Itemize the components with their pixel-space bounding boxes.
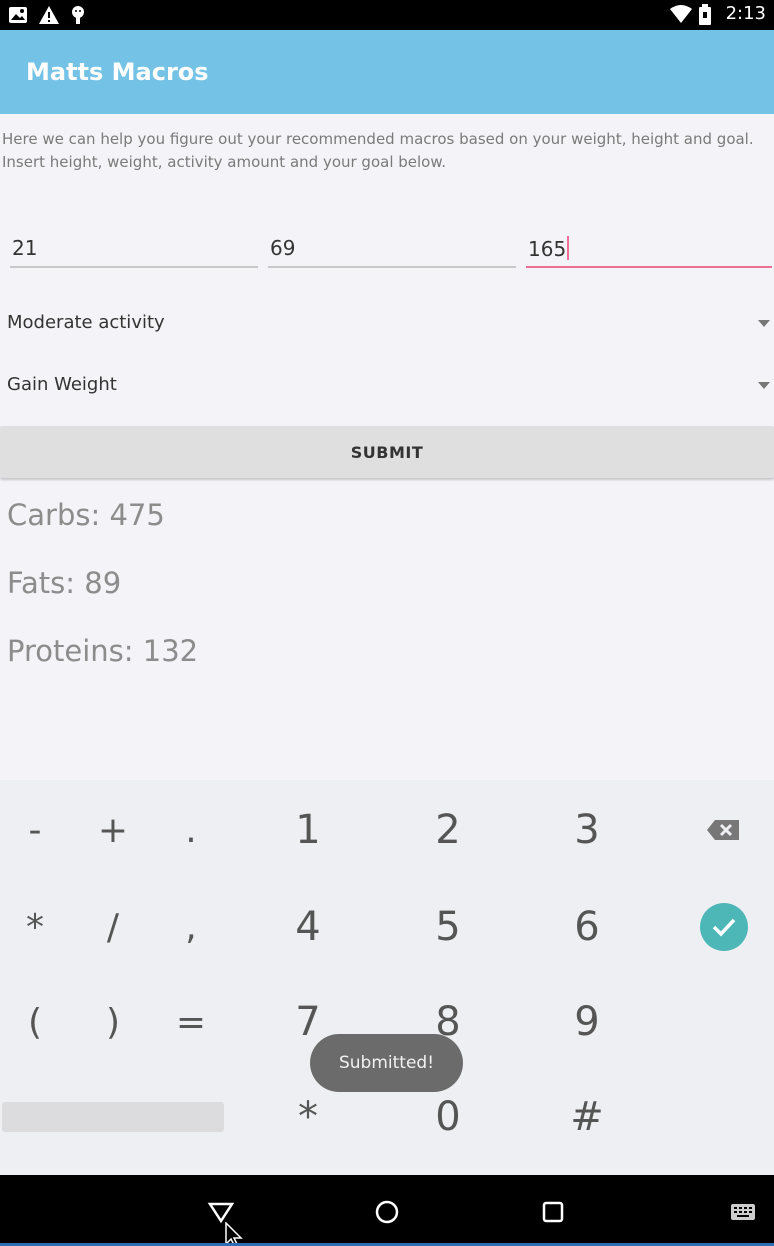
navigation-bar bbox=[0, 1175, 774, 1246]
height-value: 69 bbox=[270, 236, 296, 260]
carbs-result: Carbs: 475 bbox=[7, 498, 165, 532]
goal-spinner[interactable]: Gain Weight bbox=[0, 364, 774, 408]
toast-message: Submitted! bbox=[338, 1053, 435, 1073]
backspace-icon[interactable] bbox=[698, 810, 748, 850]
intro-text: Here we can help you figure out your rec… bbox=[2, 130, 754, 171]
status-bar: 2:13 bbox=[0, 0, 774, 30]
app-title: Matts Macros bbox=[26, 58, 209, 86]
keyboard-switch-icon[interactable] bbox=[728, 1197, 758, 1227]
recents-icon[interactable] bbox=[538, 1197, 568, 1227]
activity-selected: Moderate activity bbox=[7, 312, 165, 333]
key-2[interactable]: 2 bbox=[418, 805, 478, 855]
weight-value: 165 bbox=[528, 237, 567, 261]
key-equals[interactable]: = bbox=[166, 995, 216, 1049]
android-debug-icon bbox=[68, 5, 88, 25]
photo-notification-icon bbox=[8, 5, 28, 25]
home-icon[interactable] bbox=[372, 1197, 402, 1227]
key-5[interactable]: 5 bbox=[418, 900, 478, 954]
checkmark-icon bbox=[700, 903, 748, 951]
key-close-paren[interactable]: ) bbox=[88, 995, 138, 1049]
screen: 2:13 Matts Macros Here we can help you f… bbox=[0, 0, 774, 1246]
proteins-result: Proteins: 132 bbox=[7, 634, 199, 668]
key-hash[interactable]: # bbox=[557, 1090, 617, 1144]
key-1[interactable]: 1 bbox=[278, 805, 338, 855]
key-period[interactable]: . bbox=[166, 805, 216, 855]
key-open-paren[interactable]: ( bbox=[10, 995, 60, 1049]
dropdown-arrow-icon bbox=[758, 320, 770, 327]
submit-button[interactable]: SUBMIT bbox=[0, 426, 774, 478]
warning-icon bbox=[38, 5, 59, 25]
key-star[interactable]: * bbox=[278, 1090, 338, 1144]
numeric-keyboard: - + . 1 2 3 * / , 4 5 6 ( ) = 7 8 9 * 0 … bbox=[0, 780, 774, 1175]
spacebar-key[interactable] bbox=[2, 1102, 224, 1132]
battery-icon bbox=[698, 3, 718, 25]
key-comma[interactable]: , bbox=[166, 900, 216, 954]
key-6[interactable]: 6 bbox=[557, 900, 617, 954]
height-underline bbox=[268, 266, 516, 268]
age-field[interactable]: 21 bbox=[10, 232, 258, 270]
key-slash[interactable]: / bbox=[88, 900, 138, 954]
activity-spinner[interactable]: Moderate activity bbox=[0, 302, 774, 346]
key-4[interactable]: 4 bbox=[278, 900, 338, 954]
weight-underline bbox=[526, 266, 772, 268]
app-bar: Matts Macros bbox=[0, 30, 774, 114]
weight-field[interactable]: 165 bbox=[526, 232, 772, 270]
key-9[interactable]: 9 bbox=[557, 995, 617, 1049]
age-underline bbox=[10, 266, 258, 268]
dropdown-arrow-icon bbox=[758, 382, 770, 389]
height-field[interactable]: 69 bbox=[268, 232, 516, 270]
toast: Submitted! bbox=[310, 1034, 463, 1092]
age-value: 21 bbox=[12, 236, 38, 260]
key-plus[interactable]: + bbox=[88, 805, 138, 855]
weight-value-wrap: 165 bbox=[528, 236, 570, 261]
fats-result: Fats: 89 bbox=[7, 566, 122, 600]
key-0[interactable]: 0 bbox=[418, 1090, 478, 1144]
key-3[interactable]: 3 bbox=[557, 805, 617, 855]
wifi-icon bbox=[669, 4, 692, 24]
key-minus[interactable]: - bbox=[10, 805, 60, 855]
text-cursor bbox=[567, 236, 570, 260]
goal-selected: Gain Weight bbox=[7, 374, 117, 395]
key-asterisk[interactable]: * bbox=[10, 900, 60, 954]
clock: 2:13 bbox=[725, 3, 766, 24]
submit-label: SUBMIT bbox=[350, 442, 424, 462]
done-key[interactable] bbox=[699, 902, 749, 952]
